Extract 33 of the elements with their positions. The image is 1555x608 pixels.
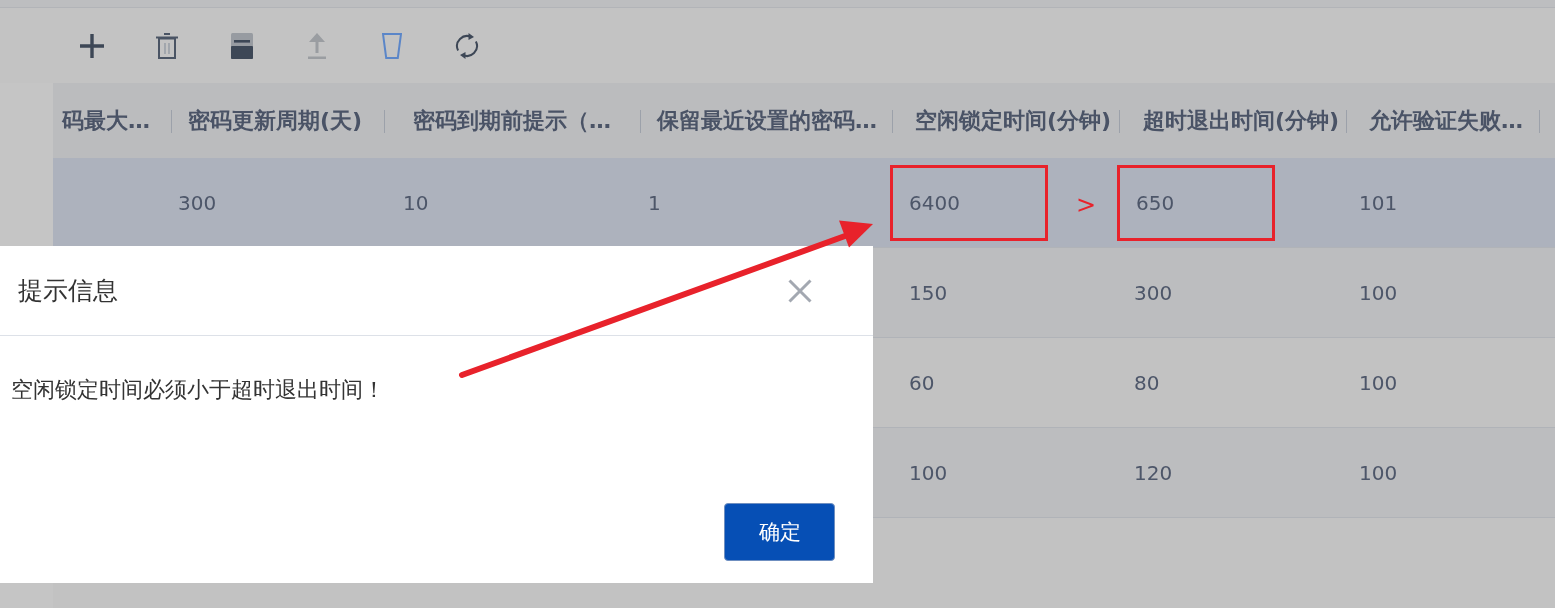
column-header: 允许验证失败…: [1369, 106, 1523, 135]
cup-icon: [382, 32, 402, 59]
dialog-title: 提示信息: [18, 275, 118, 307]
table-cell: 6400: [909, 190, 960, 215]
plus-icon: [80, 33, 104, 58]
comparison-sign: >: [1076, 191, 1097, 219]
table-cell: 100: [1359, 460, 1398, 485]
table-cell: 80: [1134, 370, 1160, 395]
confirm-button[interactable]: 确定: [724, 503, 835, 561]
table-cell: 300: [178, 190, 217, 215]
column-header: 密码更新周期(天): [188, 106, 363, 135]
dialog-message: 空闲锁定时间必须小于超时退出时间！: [11, 377, 385, 402]
refresh-icon: [454, 32, 480, 59]
save-icon: [231, 32, 253, 59]
table-cell: 100: [909, 460, 948, 485]
table-cell: 100: [1359, 370, 1398, 395]
column-header: 空闲锁定时间(分钟): [915, 106, 1112, 135]
column-header: 码最大…: [62, 106, 150, 135]
column-header: 保留最近设置的密码…: [657, 106, 877, 135]
table-cell: 60: [909, 370, 935, 395]
table-cell: 120: [1134, 460, 1173, 485]
table-cell: 10: [403, 190, 429, 215]
table-cell: 100: [1359, 280, 1398, 305]
column-header: 超时退出时间(分钟): [1143, 106, 1340, 135]
close-icon: [788, 278, 812, 303]
upload-icon: [308, 32, 326, 59]
table-cell: 650: [1136, 190, 1175, 215]
trash-icon: [156, 32, 178, 59]
table-cell: 1: [648, 190, 661, 215]
column-header: 密码到期前提示（…: [413, 106, 611, 135]
table-cell: 300: [1134, 280, 1173, 305]
table-cell: 101: [1359, 190, 1398, 215]
table-cell: 150: [909, 280, 948, 305]
